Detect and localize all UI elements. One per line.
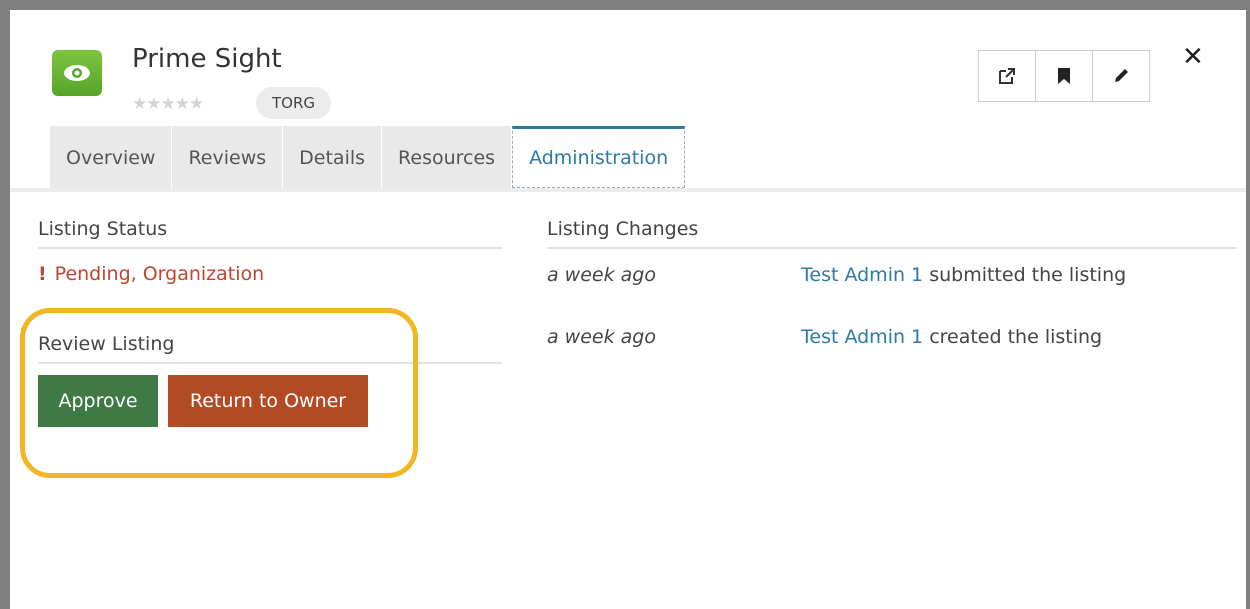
tab-administration[interactable]: Administration bbox=[512, 126, 686, 188]
divider bbox=[547, 247, 1237, 249]
user-link[interactable]: Test Admin 1 bbox=[801, 264, 923, 286]
rating-stars[interactable]: ★★★★★ bbox=[132, 94, 204, 114]
tab-details[interactable]: Details bbox=[283, 126, 383, 190]
window-frame-left bbox=[0, 0, 10, 609]
tab-bar: Overview Reviews Details Resources Admin… bbox=[50, 126, 686, 190]
change-time: a week ago bbox=[547, 264, 656, 286]
status-value: ! Pending, Organization bbox=[38, 263, 264, 285]
bookmark-icon bbox=[1058, 68, 1070, 84]
change-action: created the listing bbox=[929, 326, 1103, 348]
bookmark-button[interactable] bbox=[1036, 51, 1093, 101]
change-time: a week ago bbox=[547, 326, 656, 348]
listing-changes-heading: Listing Changes bbox=[547, 218, 699, 240]
listing-header: Prime Sight ★★★★★ TORG ✕ Overview Review… bbox=[10, 10, 1246, 190]
divider bbox=[38, 247, 502, 249]
eye-icon bbox=[52, 50, 102, 96]
change-entry: Test Admin 1 submitted the listing bbox=[801, 264, 1126, 286]
header-divider bbox=[10, 188, 1246, 192]
listing-status-heading: Listing Status bbox=[38, 218, 168, 240]
tab-reviews[interactable]: Reviews bbox=[172, 126, 284, 190]
user-link[interactable]: Test Admin 1 bbox=[801, 326, 923, 348]
window-frame-right bbox=[1246, 0, 1250, 609]
review-highlight-callout bbox=[20, 308, 418, 478]
external-link-button[interactable] bbox=[979, 51, 1036, 101]
organization-tag: TORG bbox=[256, 87, 332, 119]
tab-overview[interactable]: Overview bbox=[50, 126, 173, 190]
external-link-icon bbox=[999, 68, 1015, 84]
listing-title: Prime Sight bbox=[132, 44, 282, 74]
close-icon[interactable]: ✕ bbox=[1182, 42, 1204, 72]
edit-button[interactable] bbox=[1093, 51, 1149, 101]
alert-icon: ! bbox=[38, 263, 47, 285]
change-action: submitted the listing bbox=[929, 264, 1127, 286]
window-frame-top bbox=[0, 0, 1250, 10]
action-button-group bbox=[978, 50, 1150, 102]
pencil-icon bbox=[1115, 69, 1128, 82]
change-entry: Test Admin 1 created the listing bbox=[801, 326, 1102, 348]
tab-resources[interactable]: Resources bbox=[382, 126, 513, 190]
status-text: Pending, Organization bbox=[54, 263, 265, 285]
